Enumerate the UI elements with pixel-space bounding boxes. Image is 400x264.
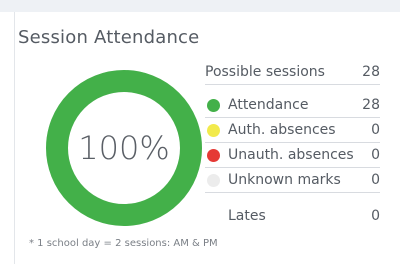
footnote: * 1 school day = 2 sessions: AM & PM [29,238,218,249]
auth-absences-label: Auth. absences [228,122,336,138]
possible-sessions-label: Possible sessions [205,64,325,80]
unknown-marks-dot-icon [207,173,220,187]
unknown-marks-row: Unknown marks 0 [205,168,380,193]
unauth-absences-dot-icon [207,148,220,162]
auth-absences-dot-icon [207,123,220,137]
attendance-label: Attendance [228,97,309,113]
unauth-absences-label: Unauth. absences [228,147,354,163]
attendance-value: 28 [362,97,380,113]
auth-absences-row: Auth. absences 0 [205,118,380,143]
auth-absences-value: 0 [371,122,380,138]
unauth-absences-value: 0 [371,147,380,163]
unknown-marks-value: 0 [371,172,380,188]
attendance-percent-label: 100% [78,129,170,167]
attendance-dot-icon [207,98,220,112]
lates-label: Lates [228,208,266,224]
possible-sessions-row: Possible sessions 28 [205,60,380,85]
lates-value: 0 [371,208,380,224]
card-title: Session Attendance [18,27,200,48]
unknown-marks-label: Unknown marks [228,172,341,188]
top-bar [0,0,400,12]
lates-row: Lates 0 [205,204,380,228]
unauth-absences-row: Unauth. absences 0 [205,143,380,168]
attendance-row: Attendance 28 [205,93,380,118]
possible-sessions-value: 28 [362,64,380,80]
